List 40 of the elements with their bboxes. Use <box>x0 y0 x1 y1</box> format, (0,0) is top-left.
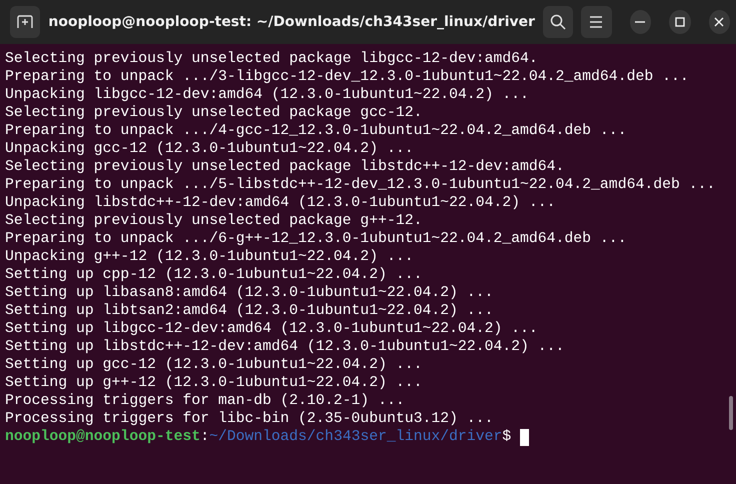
close-button[interactable] <box>708 10 730 34</box>
output-line: Unpacking libstdc++-12-dev:amd64 (12.3.0-1ubuntu1~22.04.2) ... <box>5 194 557 212</box>
output-line: Selecting previously unselected package gcc-12. <box>5 104 424 122</box>
output-line: Setting up cpp-12 (12.3.0-1ubuntu1~22.04.2) ... <box>5 266 424 284</box>
close-icon <box>714 17 724 27</box>
text-cursor <box>520 428 530 446</box>
prompt-symbol: $ <box>502 428 512 446</box>
output-line: Selecting previously unselected package libstdc++-12-dev:amd64. <box>5 158 566 176</box>
output-line: Unpacking libgcc-12-dev:amd64 (12.3.0-1ubuntu1~22.04.2) ... <box>5 86 530 104</box>
output-line: Setting up libasan8:amd64 (12.3.0-1ubuntu1~22.04.2) ... <box>5 284 494 302</box>
output-line: Preparing to unpack .../4-gcc-12_12.3.0-1ubuntu1~22.04.2_amd64.deb ... <box>5 122 628 140</box>
menu-icon <box>589 16 604 28</box>
menu-button[interactable] <box>581 6 612 38</box>
maximize-icon <box>674 17 685 27</box>
output-line: Preparing to unpack .../6-g++-12_12.3.0-1ubuntu1~22.04.2_amd64.deb ... <box>5 230 628 248</box>
output-line: Setting up libstdc++-12-dev:amd64 (12.3.0-1ubuntu1~22.04.2) ... <box>5 338 566 356</box>
output-line: Selecting previously unselected package libgcc-12-dev:amd64. <box>5 50 539 68</box>
output-line: Processing triggers for libc-bin (2.35-0ubuntu3.12) ... <box>5 410 494 428</box>
output-line: Setting up gcc-12 (12.3.0-1ubuntu1~22.04.2) ... <box>5 356 424 374</box>
output-line: Setting up libtsan2:amd64 (12.3.0-1ubuntu1~22.04.2) ... <box>5 302 494 320</box>
output-line: Unpacking gcc-12 (12.3.0-1ubuntu1~22.04.2) ... <box>5 140 414 158</box>
output-line: Unpacking g++-12 (12.3.0-1ubuntu1~22.04.2) ... <box>5 248 414 266</box>
output-line: Processing triggers for man-db (2.10.2-1) ... <box>5 392 406 410</box>
output-line: Setting up g++-12 (12.3.0-1ubuntu1~22.04.2) ... <box>5 374 424 392</box>
prompt-separator: : <box>200 428 210 446</box>
output-line: Selecting previously unselected package g++-12. <box>5 212 424 230</box>
prompt-user-host: nooploop@nooploop-test <box>5 428 200 446</box>
window-title: nooploop@nooploop-test: ~/Downloads/ch343ser_linux/driver <box>48 14 535 30</box>
prompt-path: ~/Downloads/ch343ser_linux/driver <box>209 428 502 446</box>
output-line: Setting up libgcc-12-dev:amd64 (12.3.0-1ubuntu1~22.04.2) ... <box>5 320 539 338</box>
maximize-button[interactable] <box>669 10 691 34</box>
output-line: Preparing to unpack .../3-libgcc-12-dev_12.3.0-1ubuntu1~22.04.2_amd64.deb ... <box>5 68 690 86</box>
minimize-button[interactable] <box>630 10 652 34</box>
minimize-icon <box>635 21 646 23</box>
search-icon <box>550 14 566 30</box>
new-tab-button[interactable] <box>10 6 40 38</box>
output-line: Preparing to unpack .../5-libstdc++-12-dev_12.3.0-1ubuntu1~22.04.2_amd64.deb ... <box>5 176 716 194</box>
new-tab-icon <box>17 15 34 29</box>
scrollbar-thumb[interactable] <box>729 396 733 430</box>
search-button[interactable] <box>542 6 574 38</box>
